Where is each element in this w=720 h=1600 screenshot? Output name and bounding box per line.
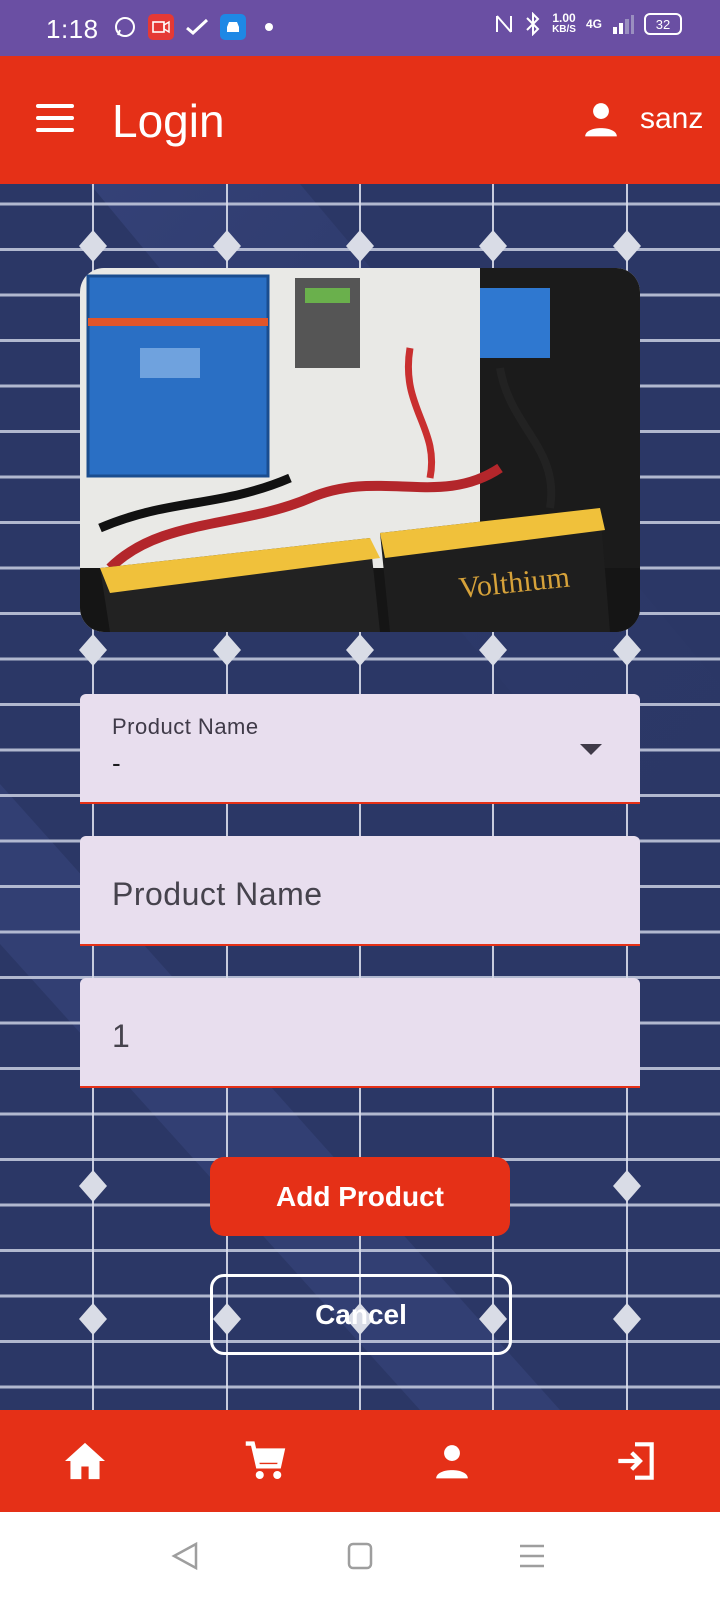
cart-icon bbox=[245, 1441, 286, 1480]
system-indicators: 1.00 KB/S 4G 32 bbox=[494, 12, 682, 36]
whatsapp-icon bbox=[112, 14, 138, 40]
video-record-icon bbox=[148, 14, 174, 40]
panel-joint bbox=[79, 1170, 107, 1202]
person-icon bbox=[436, 1445, 468, 1479]
home-icon bbox=[65, 1442, 105, 1480]
panel-joint bbox=[79, 230, 107, 262]
nav-cart[interactable] bbox=[240, 1436, 290, 1486]
product-image: Volthium bbox=[80, 268, 640, 632]
bluetooth-icon bbox=[526, 12, 540, 36]
bottom-navigation bbox=[0, 1410, 720, 1512]
quantity-input[interactable]: 1 bbox=[80, 978, 640, 1088]
panel-joint bbox=[613, 230, 641, 262]
dot-icon bbox=[256, 14, 282, 40]
dropdown-label: Product Name bbox=[112, 714, 259, 739]
product-name-placeholder: Product Name bbox=[112, 876, 323, 912]
add-product-button[interactable]: Add Product bbox=[210, 1157, 510, 1236]
nav-profile[interactable] bbox=[427, 1436, 477, 1486]
system-navigation bbox=[0, 1512, 720, 1600]
status-bar: 1:18 1.00 KB/S 4G 32 bbox=[0, 0, 720, 56]
cancel-button[interactable]: Cancel bbox=[210, 1274, 512, 1355]
user-name: sanz bbox=[640, 102, 704, 135]
nfc-icon bbox=[496, 15, 513, 33]
quantity-value: 1 bbox=[112, 1018, 130, 1054]
signal-icon bbox=[613, 15, 634, 34]
nav-logout[interactable] bbox=[610, 1436, 660, 1486]
panel-joint bbox=[79, 1303, 107, 1335]
panel-joint bbox=[79, 634, 107, 666]
solar-equipment-photo: Volthium bbox=[80, 268, 640, 632]
account-icon[interactable] bbox=[582, 100, 620, 138]
network-speed: 1.00 KB/S bbox=[552, 12, 576, 36]
panel-joint bbox=[346, 634, 374, 666]
recents-icon[interactable] bbox=[512, 1540, 552, 1572]
dropdown-value: - bbox=[112, 748, 121, 778]
home-nav-icon[interactable] bbox=[340, 1540, 380, 1572]
panel-joint bbox=[613, 1170, 641, 1202]
product-name-dropdown[interactable]: Product Name - bbox=[80, 694, 640, 804]
panel-joint bbox=[613, 1303, 641, 1335]
speed-value: 1.00 bbox=[552, 11, 576, 25]
menu-icon bbox=[36, 104, 74, 108]
checkmark-app-icon bbox=[184, 14, 210, 40]
app-bar: Login sanz bbox=[0, 56, 720, 184]
dropdown-arrow-icon bbox=[580, 744, 602, 755]
notification-icons bbox=[112, 14, 282, 40]
menu-button[interactable] bbox=[36, 104, 74, 134]
speed-unit: KB/S bbox=[552, 24, 576, 35]
page-title: Login bbox=[112, 95, 225, 147]
network-type: 4G bbox=[585, 17, 602, 31]
nav-home[interactable] bbox=[60, 1436, 110, 1486]
panel-joint bbox=[213, 634, 241, 666]
back-icon[interactable] bbox=[166, 1540, 206, 1572]
status-time: 1:18 bbox=[46, 14, 99, 44]
product-name-input[interactable]: Product Name bbox=[80, 836, 640, 946]
battery-indicator: 32 bbox=[644, 13, 682, 35]
panel-joint bbox=[479, 230, 507, 262]
car-app-icon bbox=[220, 14, 246, 40]
logout-icon bbox=[618, 1442, 654, 1480]
